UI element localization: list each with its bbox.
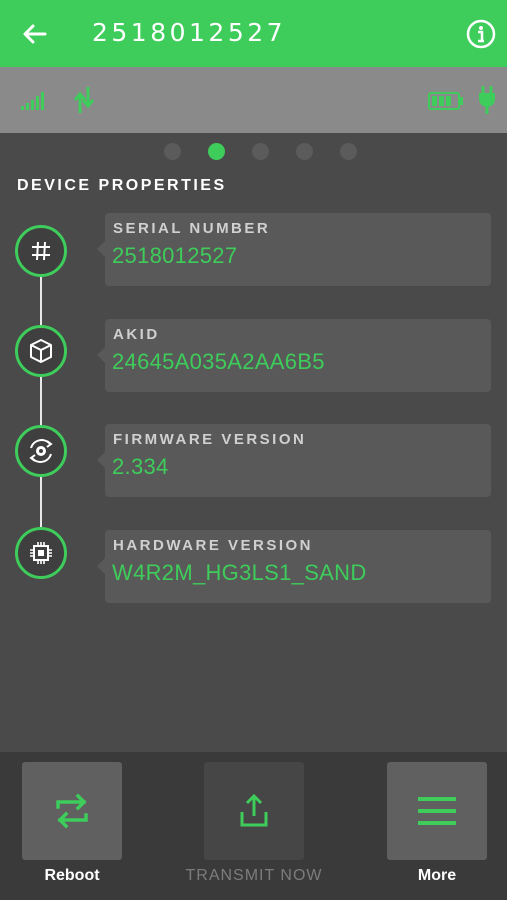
property-label: HARDWARE VERSION: [113, 537, 314, 554]
property-node: [15, 425, 67, 477]
info-button[interactable]: [465, 18, 497, 50]
property-card-serial-number: SERIAL NUMBER 2518012527: [97, 213, 491, 286]
gear-sync-icon: [29, 439, 53, 463]
property-node: [15, 225, 67, 277]
battery-icon: [428, 92, 463, 110]
property-card-hardware-version: HARDWARE VERSION W4R2M_HG3LS1_SAND: [97, 530, 491, 603]
section-title: DEVICE PROPERTIES: [17, 177, 227, 194]
page-dot[interactable]: [340, 143, 357, 160]
transmit-now-label: TRANSMIT NOW: [185, 867, 323, 884]
property-value: 2.334: [112, 454, 169, 479]
signal-bars-icon: [21, 92, 44, 110]
property-label: SERIAL NUMBER: [113, 220, 271, 237]
page-indicator: [0, 142, 507, 162]
menu-icon: [418, 797, 456, 825]
property-node: [15, 527, 67, 579]
chip-icon: [30, 542, 52, 564]
cube-icon: [30, 339, 52, 363]
reboot-button[interactable]: [22, 762, 122, 860]
swap-arrows-icon: [56, 793, 88, 829]
property-card-akid: AKID 24645A035A2AA6B5: [97, 319, 491, 392]
page-dot-active[interactable]: [208, 143, 225, 160]
sync-arrows-icon: [73, 87, 95, 113]
hash-icon: [32, 241, 50, 261]
back-button[interactable]: [18, 17, 52, 51]
bottom-action-bar: Reboot TRANSMIT NOW More: [0, 752, 507, 900]
arrow-left-icon: [23, 24, 47, 44]
property-label: FIRMWARE VERSION: [113, 431, 307, 448]
property-value: 2518012527: [112, 243, 238, 268]
page-dot[interactable]: [296, 143, 313, 160]
property-label: AKID: [113, 326, 160, 343]
page-title: 2518012527: [92, 18, 287, 47]
property-value: 24645A035A2AA6B5: [112, 349, 325, 374]
reboot-label: Reboot: [44, 867, 100, 884]
upload-icon: [240, 793, 268, 827]
page-dot[interactable]: [164, 143, 181, 160]
info-circle-icon: [466, 19, 496, 49]
property-node: [15, 325, 67, 377]
page-dot[interactable]: [252, 143, 269, 160]
property-card-firmware-version: FIRMWARE VERSION 2.334: [97, 424, 491, 497]
more-label: More: [417, 867, 457, 884]
property-value: W4R2M_HG3LS1_SAND: [112, 560, 367, 585]
transmit-now-button[interactable]: [204, 762, 304, 860]
more-button[interactable]: [387, 762, 487, 860]
app-bar: 2518012527: [0, 0, 507, 67]
timeline-line: [40, 270, 42, 530]
plug-icon: [479, 86, 495, 114]
status-bar: [0, 67, 507, 133]
